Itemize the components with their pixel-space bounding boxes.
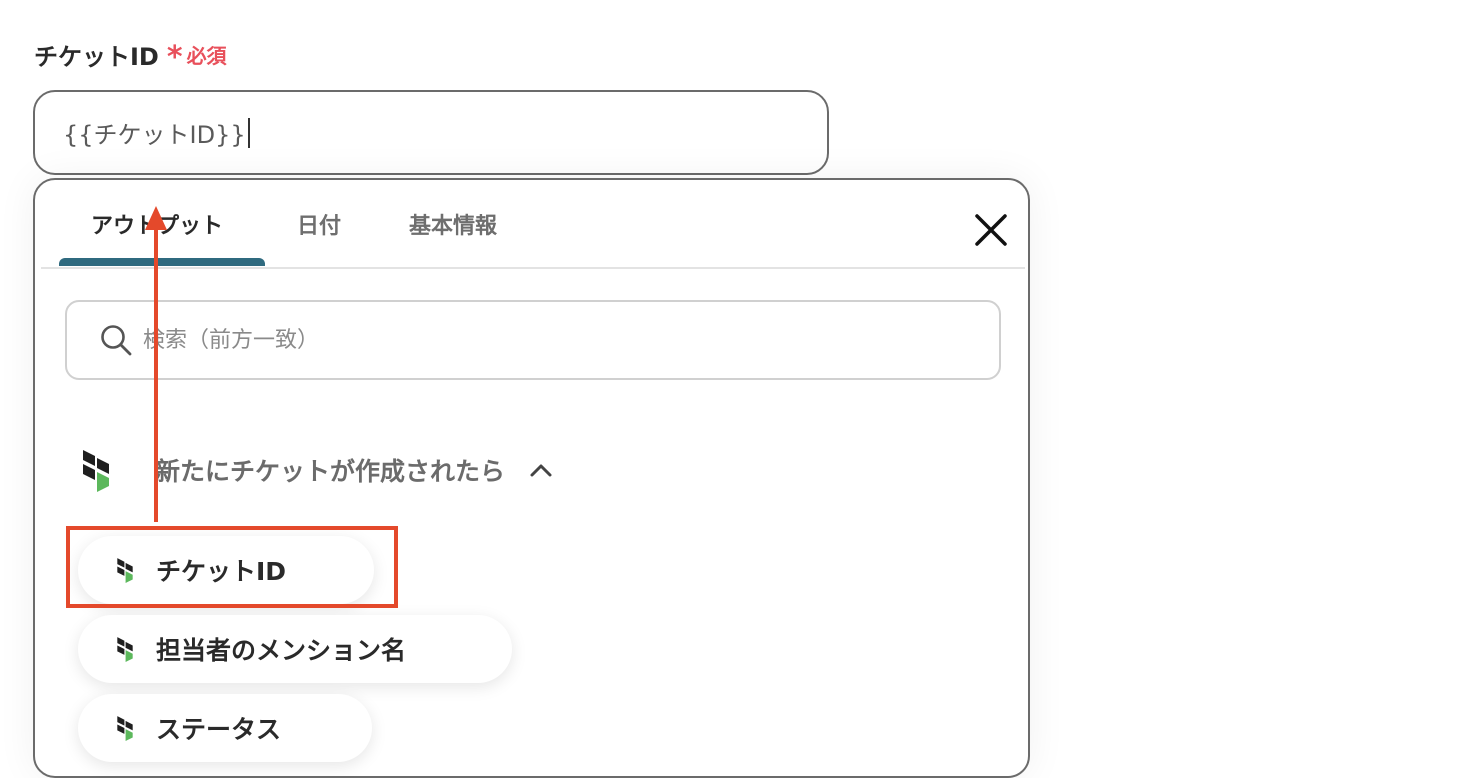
field-label-text: チケットID xyxy=(34,42,159,71)
search-icon xyxy=(101,325,132,356)
active-tab-indicator xyxy=(59,258,265,266)
ticket-id-input[interactable]: {{チケットID}} xyxy=(33,90,829,175)
app-logo-icon xyxy=(83,450,109,492)
annotation-highlight-box xyxy=(66,526,398,608)
tab-output[interactable]: アウトプット xyxy=(91,208,223,240)
text-caret xyxy=(247,117,250,148)
trigger-section-header[interactable]: 新たにチケットが作成されたら xyxy=(81,448,555,492)
output-chip-status[interactable]: ステータス xyxy=(78,694,372,762)
required-text: 必須 xyxy=(186,43,227,68)
output-chip-assignee-mention[interactable]: 担当者のメンション名 xyxy=(78,615,512,683)
output-chip-label: 担当者のメンション名 xyxy=(156,636,407,665)
search-input[interactable] xyxy=(141,326,945,354)
required-indicator: * 必須 xyxy=(167,35,227,73)
app-logo-icon xyxy=(117,637,133,662)
ticket-id-input-value: {{チケットID}} xyxy=(63,121,246,149)
tab-date[interactable]: 日付 xyxy=(297,208,341,240)
output-chip-label: ステータス xyxy=(156,715,282,744)
tab-bar: アウトプット 日付 基本情報 xyxy=(41,180,1025,269)
chevron-up-icon[interactable] xyxy=(527,456,555,484)
tab-basic-info[interactable]: 基本情報 xyxy=(409,208,497,240)
variable-picker-popup: アウトプット 日付 基本情報 新たにチケットが作成されたら xyxy=(33,178,1030,778)
close-icon[interactable] xyxy=(971,210,1011,250)
field-label: チケットID * 必須 xyxy=(34,34,227,74)
search-box xyxy=(65,300,1001,380)
app-logo-icon xyxy=(117,716,133,741)
required-asterisk: * xyxy=(166,40,183,75)
trigger-title: 新たにチケットが作成されたら xyxy=(155,457,506,486)
